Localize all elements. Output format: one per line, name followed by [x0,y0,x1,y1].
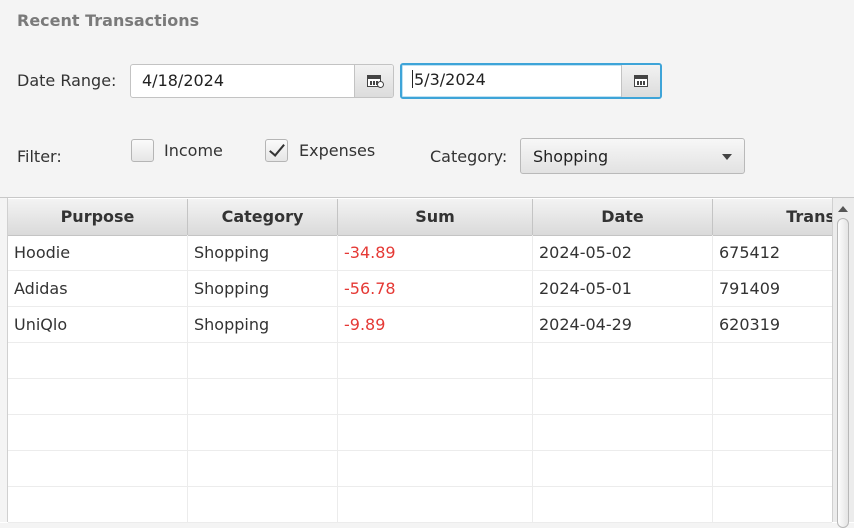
cell-date: 2024-05-01 [533,271,713,306]
column-header-trans[interactable]: Trans [713,199,848,235]
chevron-down-icon [722,154,732,160]
cell-date: 2024-05-02 [533,235,713,270]
category-label: Category: [430,147,508,166]
column-header-purpose[interactable]: Purpose [8,199,188,235]
end-date-calendar-button[interactable] [621,65,660,97]
start-date-field[interactable]: 4/18/2024 [131,65,354,97]
cell-trans: 791409 [719,279,781,298]
category-dropdown[interactable]: Shopping [520,138,745,174]
start-date-calendar-button[interactable] [354,65,393,97]
cell-purpose: Hoodie [8,235,188,270]
filter-label: Filter: [17,147,62,166]
cell-category: Shopping [188,271,338,306]
income-label[interactable]: Income [164,141,223,160]
table-left-border [0,198,8,522]
category-selected-value: Shopping [533,147,609,166]
cell-trans: 620319 [719,315,781,334]
scrollbar-thumb[interactable] [837,218,849,528]
empty-table-row [8,451,832,487]
table-header: Purpose Category Sum Date Trans [8,199,848,236]
cell-date: 2024-04-29 [533,307,713,342]
empty-table-row [8,487,832,523]
empty-table-row [8,379,832,415]
checkmark-icon [269,140,285,157]
cell-sum: -56.78 [338,271,533,306]
cell-purpose: UniQlo [8,307,188,342]
income-checkbox[interactable] [131,139,154,162]
end-date-picker[interactable]: 5/3/2024 [400,63,662,99]
column-header-category[interactable]: Category [188,199,338,235]
calendar-icon [367,75,384,88]
end-date-field[interactable]: 5/3/2024 [402,65,621,97]
column-header-sum[interactable]: Sum [338,199,533,235]
transactions-table: Purpose Category Sum Date Trans Hoodie S… [0,197,854,523]
empty-table-row [8,415,832,451]
start-date-picker[interactable]: 4/18/2024 [130,64,394,98]
date-range-label: Date Range: [17,71,117,90]
table-row[interactable]: UniQlo Shopping -9.89 2024-04-29 620319 [8,307,832,343]
calendar-icon [634,75,648,87]
column-header-date[interactable]: Date [533,199,713,235]
cell-category: Shopping [188,235,338,270]
table-row[interactable]: Adidas Shopping -56.78 2024-05-01 791409 [8,271,832,307]
cell-sum: -34.89 [338,235,533,270]
page-title: Recent Transactions [17,11,200,30]
expenses-checkbox[interactable] [265,139,288,162]
empty-table-row [8,343,832,379]
cell-sum: -9.89 [338,307,533,342]
vertical-scrollbar[interactable] [832,198,854,528]
cell-category: Shopping [188,307,338,342]
cell-purpose: Adidas [8,271,188,306]
table-row[interactable]: Hoodie Shopping -34.89 2024-05-02 675412 [8,235,832,271]
scroll-up-arrow-icon[interactable] [838,206,848,212]
cell-trans: 675412 [719,243,781,262]
expenses-label[interactable]: Expenses [299,141,375,160]
